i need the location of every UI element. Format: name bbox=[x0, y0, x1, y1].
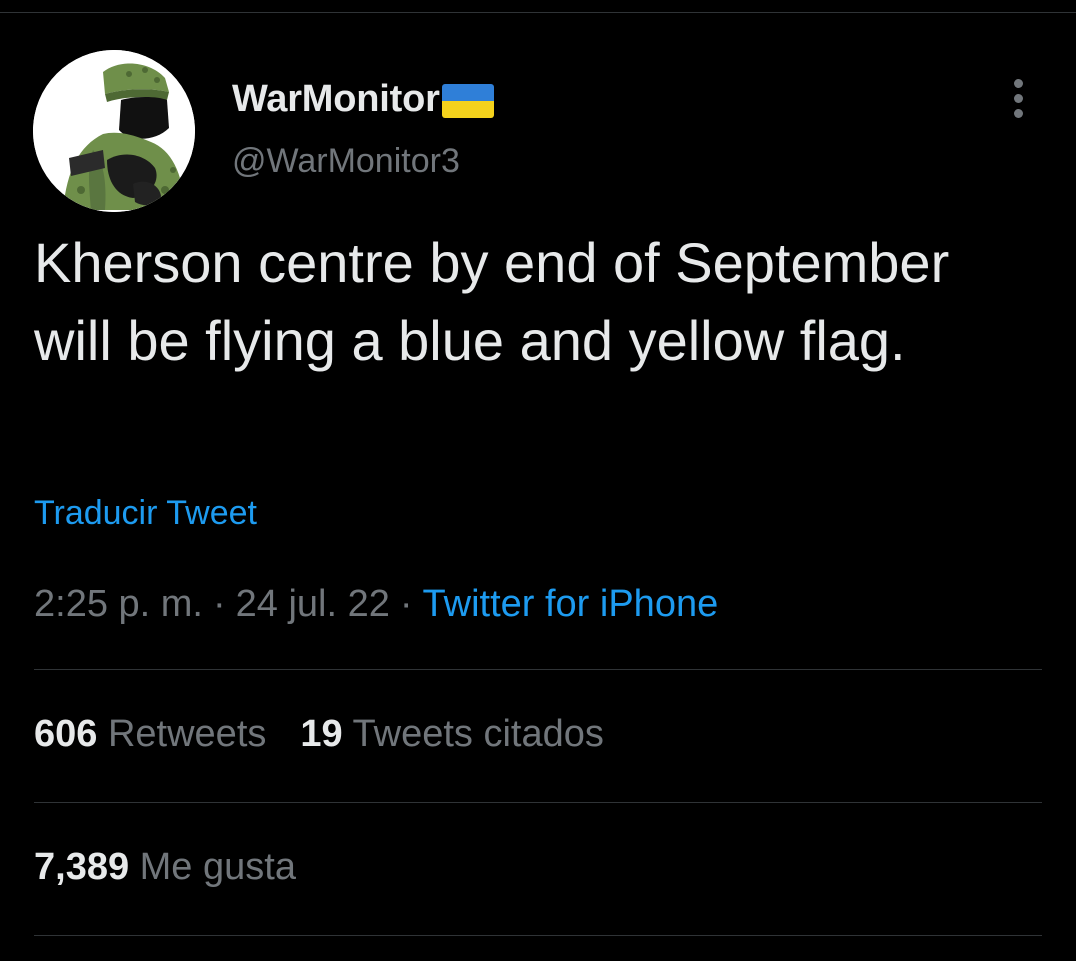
likes-count: 7,389 bbox=[34, 846, 130, 888]
divider bbox=[34, 802, 1042, 803]
top-divider bbox=[0, 12, 1076, 13]
meta-separator: · bbox=[212, 583, 226, 625]
more-options-button[interactable] bbox=[998, 74, 1038, 122]
author-handle[interactable]: @WarMonitor3 bbox=[232, 142, 460, 181]
retweets-count: 606 bbox=[34, 713, 98, 755]
ukraine-flag-icon bbox=[441, 84, 494, 118]
tweet-text: Kherson centre by end of September will … bbox=[34, 231, 950, 372]
likes-label: Me gusta bbox=[139, 846, 296, 888]
translate-tweet-link[interactable]: Traducir Tweet bbox=[34, 494, 257, 533]
quotes-count: 19 bbox=[300, 713, 343, 755]
divider bbox=[34, 669, 1042, 670]
more-options-dot bbox=[1013, 108, 1023, 118]
quotes-label: Tweets citados bbox=[352, 713, 604, 755]
avatar[interactable] bbox=[33, 50, 195, 212]
meta-separator: · bbox=[399, 583, 413, 625]
divider bbox=[34, 935, 1042, 936]
likes-stat[interactable]: 7,389 Me gusta bbox=[34, 846, 296, 888]
more-options-icon bbox=[1013, 78, 1023, 88]
author-name-row[interactable]: WarMonitor bbox=[232, 75, 494, 123]
retweets-label: Retweets bbox=[107, 713, 267, 755]
more-options-dot bbox=[1013, 93, 1023, 103]
author-display-name[interactable]: WarMonitor bbox=[232, 78, 440, 121]
tweet-time[interactable]: 2:25 p. m. bbox=[34, 583, 203, 625]
quote-tweets-stat[interactable]: 19 Tweets citados bbox=[300, 713, 604, 755]
tweet-source-link[interactable]: Twitter for iPhone bbox=[423, 583, 719, 625]
engagement-stats: 606 Retweets 19 Tweets citados bbox=[34, 713, 604, 756]
likes-stats: 7,389 Me gusta bbox=[34, 846, 296, 889]
retweets-stat[interactable]: 606 Retweets bbox=[34, 713, 266, 755]
soldier-avatar-icon bbox=[33, 50, 195, 212]
tweet-meta: 2:25 p. m. · 24 jul. 22 · Twitter for iPhone bbox=[34, 583, 718, 626]
tweet-date[interactable]: 24 jul. 22 bbox=[236, 583, 390, 625]
